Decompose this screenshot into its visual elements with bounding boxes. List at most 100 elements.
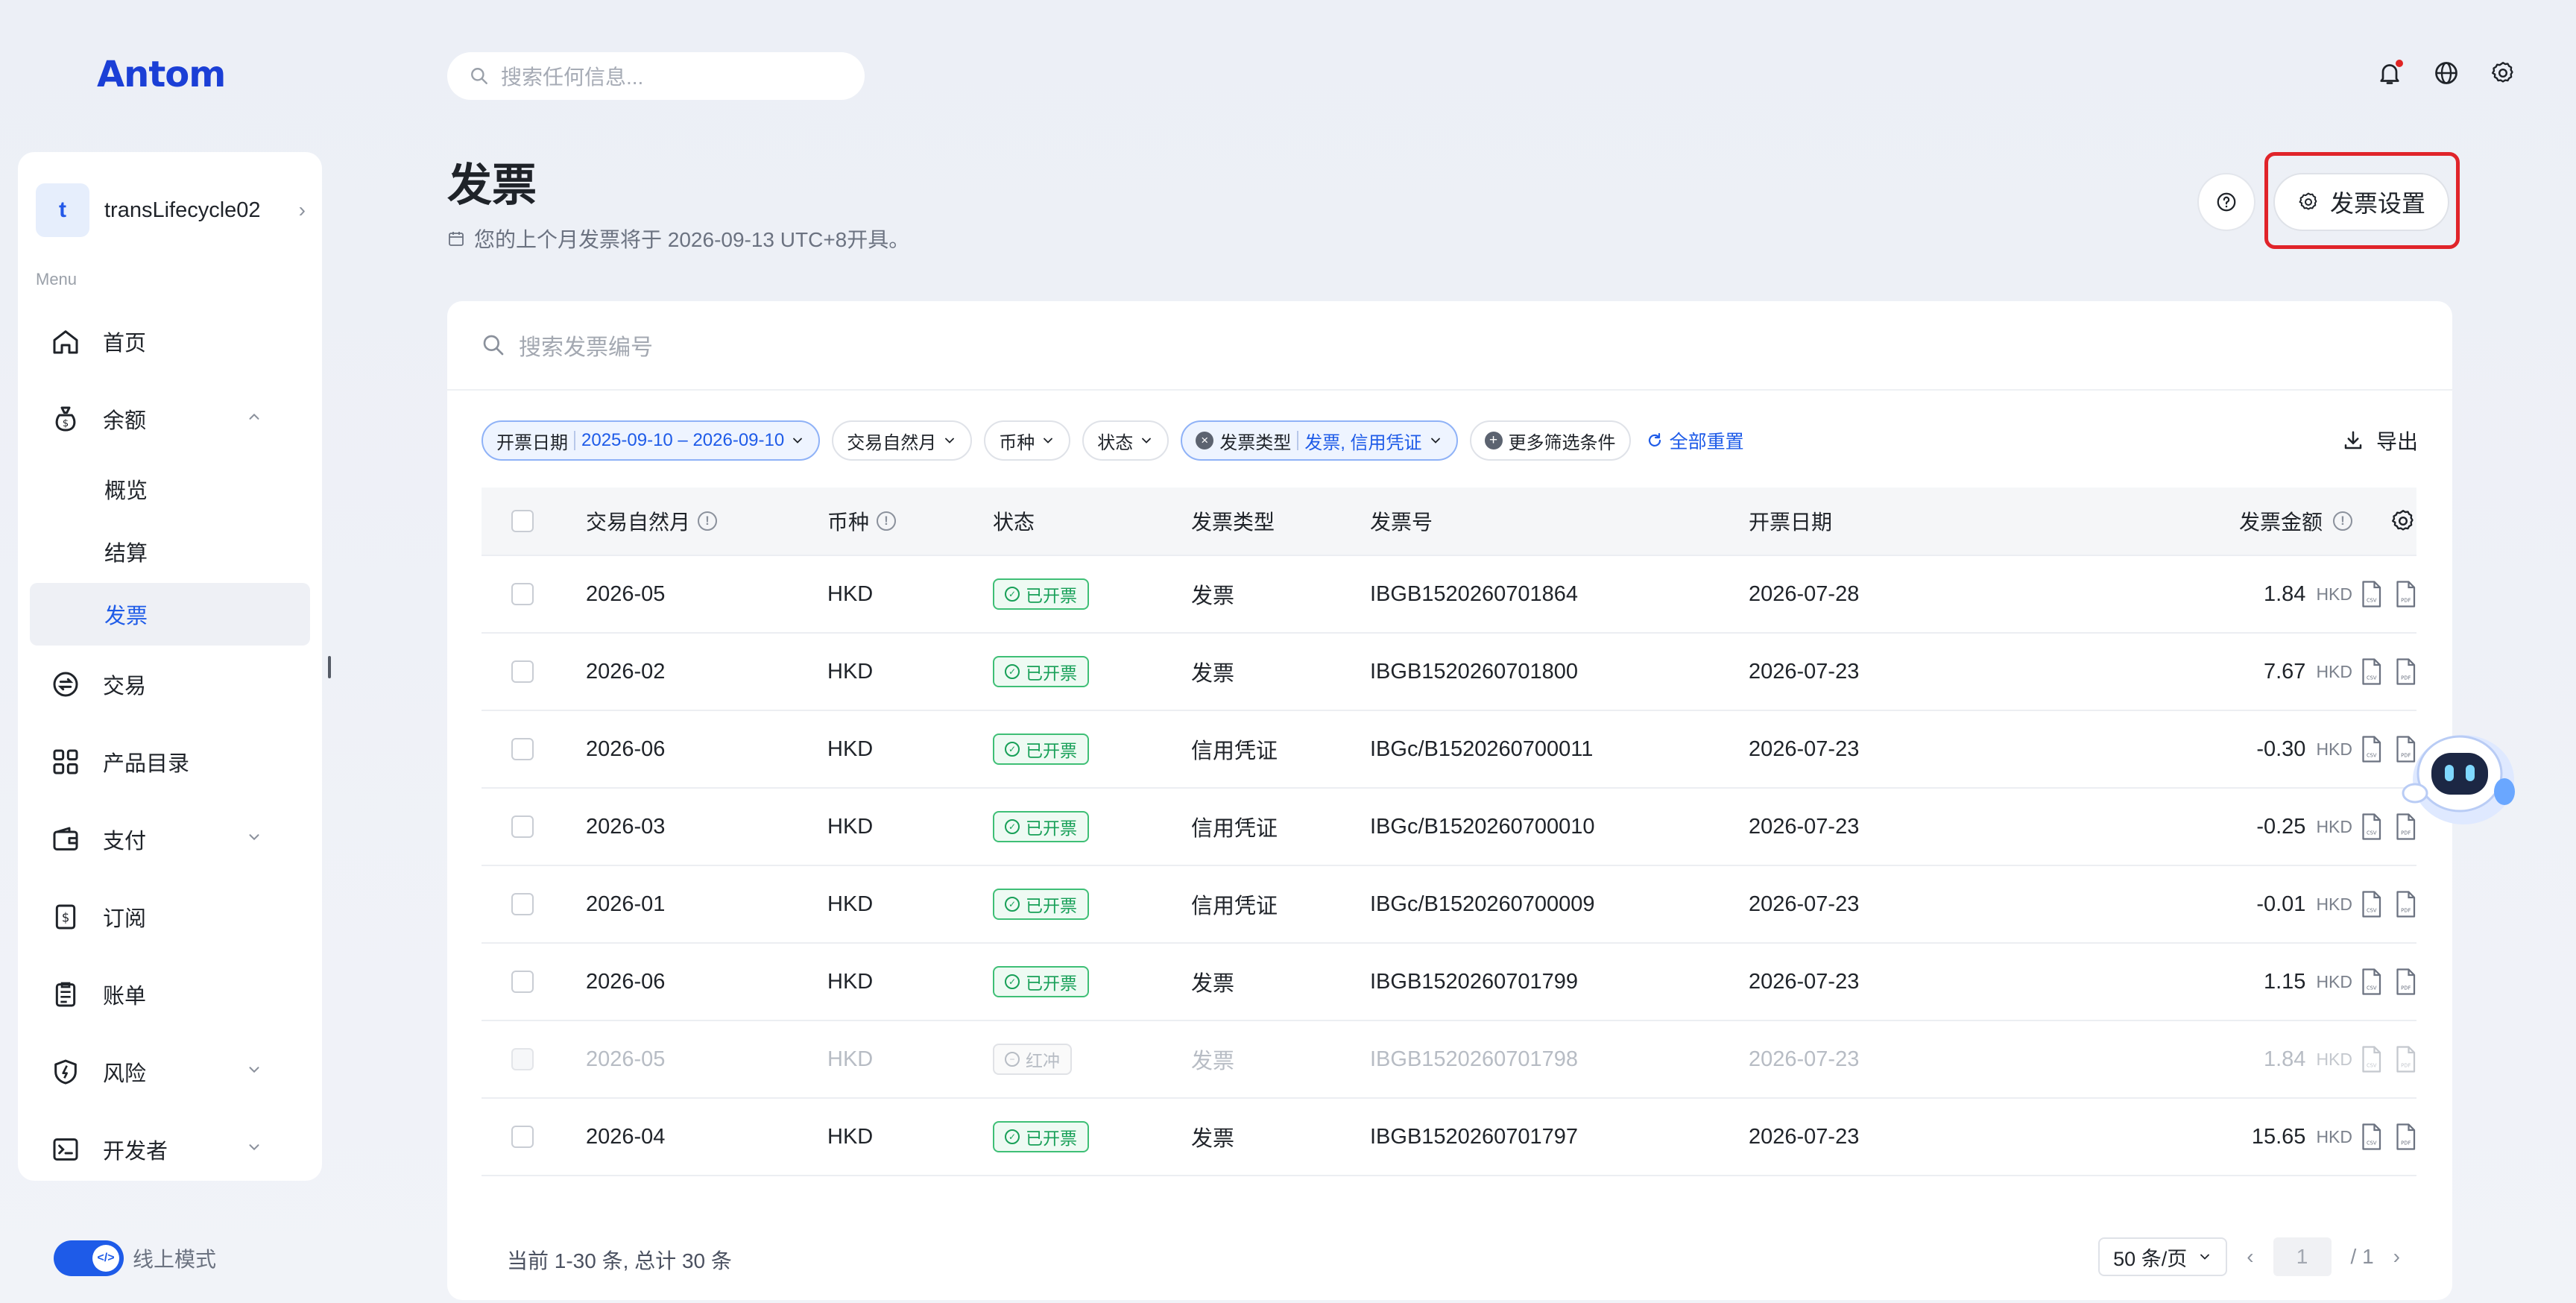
export-button[interactable]: 导出 xyxy=(2342,419,2418,462)
select-all-checkbox[interactable] xyxy=(511,510,534,532)
cell-type: 信用凭证 xyxy=(1191,739,1278,763)
sidebar-resize-handle[interactable] xyxy=(328,656,331,678)
sidebar-subitem-invoices[interactable]: 发票 xyxy=(30,583,310,646)
row-checkbox[interactable] xyxy=(511,815,534,838)
assistant-robot-icon[interactable] xyxy=(2385,720,2527,832)
sidebar-item-developers[interactable]: 开发者 xyxy=(18,1111,322,1188)
row-checkbox[interactable] xyxy=(511,738,534,760)
sidebar-item-subscriptions[interactable]: $ 订阅 xyxy=(18,878,322,956)
live-mode-label: 线上模式 xyxy=(133,1248,217,1271)
table-row[interactable]: 2026-05 HKD ✓ 已开票 发票 IBGB1520260701864 20… xyxy=(482,556,2416,634)
row-checkbox[interactable] xyxy=(511,893,534,915)
csv-file-icon[interactable]: CSV xyxy=(2360,813,2382,840)
invoice-search-input[interactable]: 搜索发票编号 xyxy=(447,301,2452,391)
table-row[interactable]: 2026-05 HKD − 红冲 发票 IBGB1520260701798 202… xyxy=(482,1021,2416,1099)
pdf-file-icon[interactable]: PDF xyxy=(2394,658,2416,685)
invoice-settings-button[interactable]: 发票设置 xyxy=(2273,173,2449,231)
account-switcher[interactable]: t transLifecycle02 › xyxy=(36,182,322,239)
sidebar-item-payments[interactable]: 支付 xyxy=(18,801,322,878)
pdf-file-icon[interactable]: PDF xyxy=(2394,891,2416,918)
row-checkbox[interactable] xyxy=(511,1126,534,1148)
sidebar-subitem-settlement[interactable]: 结算 xyxy=(18,520,322,583)
table-row[interactable]: 2026-03 HKD ✓ 已开票 信用凭证 IBGc/B152026070001… xyxy=(482,789,2416,866)
row-checkbox[interactable] xyxy=(511,583,534,605)
filter-type-label: 发票类型 xyxy=(1219,432,1292,453)
sidebar-item-bills[interactable]: 账单 xyxy=(18,956,322,1033)
pdf-file-icon[interactable]: PDF xyxy=(2394,1123,2416,1150)
info-icon[interactable]: ! xyxy=(2333,511,2352,531)
svg-text:PDF: PDF xyxy=(2401,908,2411,914)
csv-file-icon[interactable]: CSV xyxy=(2360,658,2382,685)
cell-invoice-number: IBGB1520260701798 xyxy=(1370,1047,1578,1071)
filter-invoice-date[interactable]: 开票日期 2025-09-10 – 2026-09-10 xyxy=(482,420,821,461)
chevron-down-icon xyxy=(1142,438,1152,444)
chevron-down-icon xyxy=(249,834,259,841)
csv-file-icon[interactable]: CSV xyxy=(2360,736,2382,763)
filter-status-label: 状态 xyxy=(1097,432,1134,453)
csv-file-icon[interactable]: CSV xyxy=(2360,891,2382,918)
csv-file-icon[interactable]: CSV xyxy=(2360,1123,2382,1150)
column-settings-gear-icon[interactable] xyxy=(2390,508,2416,534)
prev-page-icon[interactable]: ‹ xyxy=(2247,1245,2253,1269)
sidebar-subitem-overview[interactable]: 概览 xyxy=(18,458,322,520)
table-footer: 当前 1-30 条, 总计 30 条 50 条/页 ‹ 1 / 1 › xyxy=(447,1220,2452,1300)
chevron-down-icon xyxy=(1430,438,1440,444)
chevron-down-icon xyxy=(945,438,955,444)
svg-text:CSV: CSV xyxy=(2367,675,2377,681)
page-size-select[interactable]: 50 条/页 xyxy=(2098,1237,2228,1276)
global-search-input[interactable]: 搜索任何信息... xyxy=(447,52,865,100)
filter-currency[interactable]: 币种 xyxy=(984,420,1071,461)
download-icon xyxy=(2344,431,2362,449)
live-mode-toggle[interactable]: </> xyxy=(54,1240,124,1276)
sidebar-item-catalog[interactable]: 产品目录 xyxy=(18,723,322,801)
status-badge: ✓ 已开票 xyxy=(993,966,1089,997)
filter-invoice-type[interactable]: × 发票类型 发票, 信用凭证 xyxy=(1181,420,1458,461)
filter-status[interactable]: 状态 xyxy=(1082,420,1169,461)
sidebar-item-label: 支付 xyxy=(103,830,147,854)
reset-all-button[interactable]: 全部重置 xyxy=(1646,427,1744,454)
status-badge: ✓ 已开票 xyxy=(993,811,1089,842)
row-checkbox[interactable] xyxy=(511,971,534,993)
antom-logo[interactable]: Antom xyxy=(97,54,226,95)
csv-file-icon[interactable]: CSV xyxy=(2360,1046,2382,1073)
next-page-icon[interactable]: › xyxy=(2393,1245,2400,1269)
check-circle-icon: ✓ xyxy=(1005,1129,1020,1144)
money-bag-icon: $ xyxy=(55,406,76,432)
csv-file-icon[interactable]: CSV xyxy=(2360,581,2382,608)
current-page-input[interactable]: 1 xyxy=(2273,1237,2332,1276)
info-icon[interactable]: ! xyxy=(698,511,718,531)
table-row[interactable]: 2026-02 HKD ✓ 已开票 发票 IBGB1520260701800 20… xyxy=(482,634,2416,711)
sidebar-item-transactions[interactable]: 交易 xyxy=(18,646,322,723)
filter-more[interactable]: + 更多筛选条件 xyxy=(1469,420,1631,461)
pdf-file-icon[interactable]: PDF xyxy=(2394,1046,2416,1073)
pdf-file-icon[interactable]: PDF xyxy=(2394,581,2416,608)
pdf-file-icon[interactable]: PDF xyxy=(2394,968,2416,995)
table-row[interactable]: 2026-06 HKD ✓ 已开票 发票 IBGB1520260701799 20… xyxy=(482,944,2416,1021)
cell-month: 2026-04 xyxy=(586,1124,666,1149)
cell-month: 2026-06 xyxy=(586,969,666,994)
chevron-up-icon xyxy=(249,413,259,420)
filter-transaction-month[interactable]: 交易自然月 xyxy=(832,420,973,461)
cell-invoice-number: IBGB1520260701864 xyxy=(1370,581,1578,606)
table-row[interactable]: 2026-06 HKD ✓ 已开票 信用凭证 IBGc/B152026070001… xyxy=(482,711,2416,789)
sidebar-item-label: 风险 xyxy=(103,1062,147,1086)
sidebar-item-balance[interactable]: $ 余额 xyxy=(18,380,322,458)
sidebar-item-home[interactable]: 首页 xyxy=(18,303,322,380)
table-row[interactable]: 2026-04 HKD ✓ 已开票 发票 IBGB1520260701797 20… xyxy=(482,1099,2416,1176)
globe-icon[interactable] xyxy=(2433,60,2460,86)
sidebar-item-label: 开发者 xyxy=(103,1140,168,1164)
page-size-value: 50 条/页 xyxy=(2113,1247,2188,1270)
chevron-down-icon xyxy=(793,438,803,444)
account-name: transLifecycle02 xyxy=(104,198,261,222)
sidebar-item-risk[interactable]: 风险 xyxy=(18,1033,322,1111)
notification-bell-icon[interactable] xyxy=(2376,60,2403,86)
table-row[interactable]: 2026-01 HKD ✓ 已开票 信用凭证 IBGc/B152026070000… xyxy=(482,866,2416,944)
cell-invoice-number: IBGB1520260701797 xyxy=(1370,1124,1578,1149)
help-button[interactable] xyxy=(2197,173,2255,231)
cell-currency: HKD xyxy=(827,1047,874,1071)
csv-file-icon[interactable]: CSV xyxy=(2360,968,2382,995)
settings-gear-icon[interactable] xyxy=(2490,60,2516,86)
clear-filter-icon[interactable]: × xyxy=(1196,432,1214,449)
info-icon[interactable]: ! xyxy=(877,511,897,531)
row-checkbox[interactable] xyxy=(511,660,534,683)
